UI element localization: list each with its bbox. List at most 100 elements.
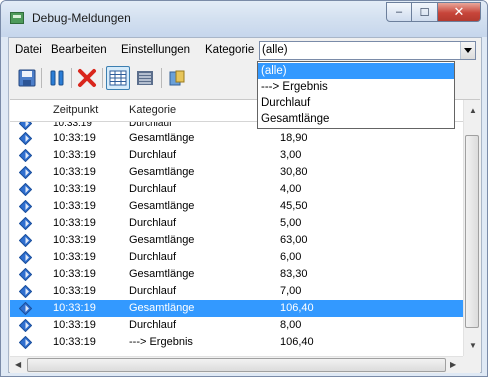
- cell-kategorie: Gesamtlänge: [129, 200, 195, 212]
- scroll-down-icon[interactable]: ▼: [469, 341, 477, 350]
- toolbar-separator: [71, 68, 72, 88]
- table-row[interactable]: 10:33:19 Gesamtlänge 83,30: [10, 266, 463, 283]
- cell-zeitpunkt: 10:33:19: [53, 302, 96, 314]
- cell-zeitpunkt: 10:33:19: [53, 217, 96, 229]
- table-row[interactable]: 10:33:19 Durchlauf 3,00: [10, 147, 463, 164]
- cell-zeitpunkt: 10:33:19: [53, 122, 92, 129]
- vertical-scroll-thumb[interactable]: [465, 135, 479, 328]
- cell-kategorie: Durchlauf: [129, 251, 177, 263]
- table-row[interactable]: 10:33:19 Gesamtlänge 18,90: [10, 130, 463, 147]
- cell-kategorie: Gesamtlänge: [129, 234, 195, 246]
- close-button[interactable]: ✕: [438, 2, 481, 22]
- close-icon: ✕: [453, 4, 465, 19]
- delete-icon: [78, 69, 96, 87]
- column-header-zeitpunkt[interactable]: Zeitpunkt: [53, 104, 98, 116]
- message-info-icon: [18, 131, 33, 146]
- table-row[interactable]: 10:33:19 Durchlauf 5,00: [10, 215, 463, 232]
- cell-wert: 3,00: [280, 149, 302, 161]
- message-table[interactable]: Zeitpunkt Kategorie 10:33:19 Durchlauf 10:…: [10, 99, 480, 373]
- scroll-right-icon[interactable]: ▶: [450, 360, 456, 369]
- cell-wert: 63,00: [280, 234, 308, 246]
- cell-zeitpunkt: 10:33:19: [53, 234, 96, 246]
- menu-bar: Datei Bearbeiten Einstellungen Kategorie…: [9, 38, 481, 62]
- dropdown-option-alle[interactable]: (alle): [258, 63, 454, 79]
- debug-window: Debug-Meldungen – ☐ ✕ Datei Bearbeiten E…: [0, 0, 488, 377]
- app-icon: [10, 12, 24, 24]
- cell-wert: 106,40: [280, 336, 314, 348]
- table-row[interactable]: 10:33:19 Durchlauf 8,00: [10, 317, 463, 334]
- combobox-dropdown-button[interactable]: [460, 42, 475, 59]
- cell-kategorie: Durchlauf: [129, 149, 177, 161]
- table-row[interactable]: 10:33:19 Durchlauf 7,00: [10, 283, 463, 300]
- cell-wert: 45,50: [280, 200, 308, 212]
- cell-zeitpunkt: 10:33:19: [53, 166, 96, 178]
- maximize-button[interactable]: ☐: [412, 2, 438, 22]
- cell-zeitpunkt: 10:33:19: [53, 268, 96, 280]
- table-row[interactable]: 10:33:19 Gesamtlänge 45,50: [10, 198, 463, 215]
- cell-kategorie: Durchlauf: [129, 285, 177, 297]
- cell-kategorie: Gesamtlänge: [129, 302, 195, 314]
- table-row[interactable]: 10:33:19 ---> Ergebnis 106,40: [10, 334, 463, 351]
- cell-kategorie: ---> Ergebnis: [129, 336, 193, 348]
- menu-bearbeiten[interactable]: Bearbeiten: [51, 44, 107, 56]
- cell-wert: 30,80: [280, 166, 308, 178]
- scroll-up-icon[interactable]: ▲: [469, 106, 477, 115]
- horizontal-scrollbar[interactable]: ◀ ▶: [10, 356, 463, 373]
- minimize-icon: –: [395, 6, 403, 18]
- category-combobox-value: (alle): [262, 44, 288, 56]
- list-view-icon: [137, 71, 153, 85]
- dropdown-option-gesamtlaenge[interactable]: Gesamtlänge: [258, 111, 454, 127]
- scroll-left-icon[interactable]: ◀: [15, 360, 21, 369]
- title-bar[interactable]: Debug-Meldungen – ☐ ✕: [1, 1, 487, 37]
- delete-button[interactable]: [75, 66, 99, 90]
- cell-wert: 18,90: [280, 132, 308, 144]
- maximize-icon: ☐: [419, 6, 430, 19]
- cell-kategorie: Gesamtlänge: [129, 132, 195, 144]
- table-row[interactable]: 10:33:19 Gesamtlänge 63,00: [10, 232, 463, 249]
- column-header-kategorie[interactable]: Kategorie: [129, 104, 176, 116]
- cell-kategorie: Durchlauf: [129, 183, 177, 195]
- export-button[interactable]: [165, 66, 189, 90]
- chevron-down-icon: [464, 47, 472, 53]
- vertical-scrollbar[interactable]: ▲ ▼: [463, 100, 480, 356]
- save-button[interactable]: [15, 66, 39, 90]
- message-info-icon: [18, 216, 33, 231]
- cell-zeitpunkt: 10:33:19: [53, 183, 96, 195]
- table-row[interactable]: 10:33:19 Durchlauf 6,00: [10, 249, 463, 266]
- horizontal-scroll-thumb[interactable]: [27, 358, 446, 372]
- cell-kategorie: Durchlauf: [129, 217, 177, 229]
- message-info-icon: [18, 199, 33, 214]
- table-row[interactable]: 10:33:19 Gesamtlänge 106,40: [10, 300, 463, 317]
- menu-kategorie-label: Kategorie: [205, 44, 255, 56]
- grid-view-button[interactable]: [106, 66, 130, 90]
- toolbar-separator: [161, 68, 162, 88]
- menu-einstellungen[interactable]: Einstellungen: [121, 44, 190, 56]
- menu-datei[interactable]: Datei: [15, 44, 42, 56]
- cell-zeitpunkt: 10:33:19: [53, 285, 96, 297]
- minimize-button[interactable]: –: [386, 2, 412, 22]
- cell-kategorie: Gesamtlänge: [129, 268, 195, 280]
- table-row[interactable]: 10:33:19 Durchlauf 4,00: [10, 181, 463, 198]
- caption-buttons: – ☐ ✕: [386, 2, 481, 22]
- message-info-icon: [18, 318, 33, 333]
- list-view-button[interactable]: [133, 66, 157, 90]
- table-row[interactable]: 10:33:19 Gesamtlänge 30,80: [10, 164, 463, 181]
- pause-icon: [50, 70, 64, 86]
- cell-zeitpunkt: 10:33:19: [53, 132, 96, 144]
- cell-wert: 5,00: [280, 217, 302, 229]
- category-dropdown-list: (alle) ---> Ergebnis Durchlauf Gesamtlän…: [257, 61, 455, 129]
- cell-wert: 4,00: [280, 183, 302, 195]
- category-combobox[interactable]: (alle): [259, 41, 476, 60]
- cell-wert: 106,40: [280, 302, 314, 314]
- toolbar-separator: [102, 68, 103, 88]
- grid-view-icon: [109, 70, 127, 86]
- pause-button[interactable]: [45, 66, 69, 90]
- message-info-icon: [18, 284, 33, 299]
- cell-wert: 83,30: [280, 268, 308, 280]
- message-info-icon: [18, 148, 33, 163]
- dropdown-option-ergebnis[interactable]: ---> Ergebnis: [258, 79, 454, 95]
- save-icon: [18, 69, 36, 87]
- message-info-icon: [18, 122, 33, 130]
- message-info-icon: [18, 233, 33, 248]
- dropdown-option-durchlauf[interactable]: Durchlauf: [258, 95, 454, 111]
